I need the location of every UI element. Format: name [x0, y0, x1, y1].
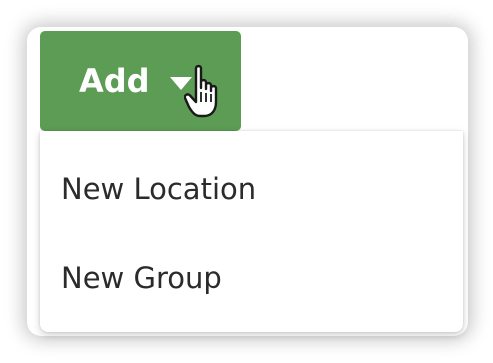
menu-item-label: New Group: [61, 261, 222, 295]
add-dropdown-menu: New Location New Group: [40, 131, 463, 332]
menu-item-new-location[interactable]: New Location: [40, 149, 463, 229]
menu-item-label: New Location: [61, 172, 257, 206]
hand-pointer-icon: [184, 64, 218, 118]
menu-item-new-group[interactable]: New Group: [40, 238, 463, 318]
add-button-label: Add: [79, 62, 150, 100]
